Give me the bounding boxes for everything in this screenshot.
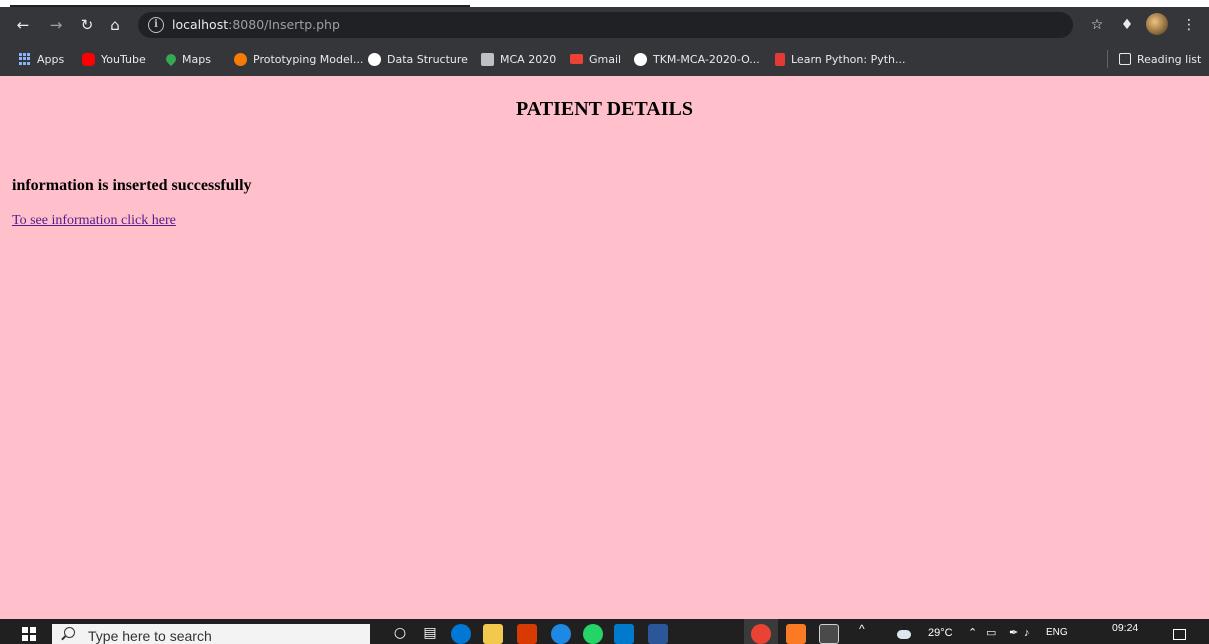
reading-list-icon [1119, 53, 1131, 65]
bookmark-label: Data Structure [387, 52, 468, 66]
address-url[interactable]: localhost:8080/Insertp.php [172, 16, 340, 34]
taskbar-clock[interactable]: 09:24 [1112, 621, 1138, 635]
network-icon[interactable]: ▭ [986, 626, 996, 640]
weather-cloud-icon [897, 630, 911, 639]
bookmark-label: Prototyping Model... [253, 52, 364, 66]
task-view-icon[interactable]: ▤ [420, 623, 440, 643]
vscode-icon[interactable] [614, 624, 634, 644]
bookmark-label: Gmail [589, 52, 622, 66]
arrow-left-icon[interactable]: ← [12, 14, 34, 36]
pen-icon[interactable]: ✒ [1009, 626, 1018, 640]
bookmark-data-structure[interactable]: Data Structure [368, 50, 468, 68]
reading-list-label: Reading list [1137, 52, 1202, 66]
bookmark-youtube[interactable]: YouTube [82, 50, 146, 68]
search-icon [64, 627, 75, 638]
file-explorer-icon[interactable] [483, 624, 503, 644]
github-icon [634, 52, 647, 66]
search-placeholder: Type here to search [88, 628, 212, 644]
chrome-icon[interactable] [751, 624, 771, 644]
codecademy-icon [775, 52, 785, 66]
page-title: PATIENT DETAILS [516, 98, 693, 120]
mail-icon[interactable] [451, 624, 471, 644]
view-information-link[interactable]: To see information click here [12, 213, 176, 229]
home-icon[interactable]: ⌂ [104, 14, 126, 36]
profile-avatar[interactable] [1146, 13, 1168, 35]
bookmark-label: Maps [182, 52, 211, 66]
url-path: :8080/Insertp.php [228, 17, 340, 32]
edge-icon[interactable] [551, 624, 571, 644]
bookmark-label: YouTube [101, 52, 146, 66]
bookmark-learn-python[interactable]: Learn Python: Pyth... [775, 50, 906, 68]
tray-chevron-icon[interactable]: ⌃ [968, 626, 977, 640]
show-hidden-icons-chevron-icon[interactable]: ^ [859, 622, 865, 636]
windows-start-icon[interactable] [22, 627, 36, 641]
word-icon[interactable] [648, 624, 668, 644]
tab-strip [0, 0, 1209, 8]
bookmark-tkm-mca[interactable]: TKM-MCA-2020-O... [634, 50, 760, 68]
bookmark-star-icon[interactable]: ☆ [1087, 14, 1107, 36]
cortana-icon[interactable]: ○ [390, 623, 410, 643]
bookmark-gmail[interactable]: Gmail [570, 50, 621, 68]
bookmark-label: Apps [37, 52, 65, 66]
extensions-puzzle-icon[interactable]: ♦ [1117, 14, 1137, 36]
gmail-icon [570, 54, 583, 64]
notification-icon[interactable] [1173, 629, 1186, 640]
classroom-icon [481, 52, 494, 66]
bookmark-maps[interactable]: Maps [163, 50, 211, 68]
terminal-icon[interactable] [819, 624, 839, 644]
success-message: information is inserted successfully [12, 177, 252, 194]
bookmarks-divider [1107, 50, 1108, 68]
orange-circle-icon [234, 52, 247, 66]
reading-list-button[interactable]: Reading list [1119, 50, 1201, 68]
url-host: localhost [172, 17, 229, 32]
volume-icon[interactable]: ♪ [1024, 626, 1030, 640]
page-body: PATIENT DETAILS information is inserted … [0, 76, 1209, 619]
address-bar[interactable]: i localhost:8080/Insertp.php [138, 12, 1073, 38]
weather-temperature[interactable]: 29°C [928, 626, 953, 640]
globe-icon [368, 52, 381, 66]
bookmark-mca-2020[interactable]: MCA 2020 [481, 50, 556, 68]
bookmark-label: MCA 2020 [500, 52, 557, 66]
taskbar-search[interactable]: Type here to search [52, 624, 370, 644]
site-info-icon[interactable]: i [148, 17, 164, 33]
office-icon[interactable] [517, 624, 537, 644]
xampp-icon[interactable] [786, 624, 806, 644]
bookmarks-bar: Apps YouTube Maps Prototyping Model... D… [0, 45, 1209, 73]
arrow-right-icon[interactable]: → [45, 14, 67, 36]
bookmark-label: Learn Python: Pyth... [791, 52, 906, 66]
reload-icon[interactable]: ↻ [76, 14, 98, 36]
language-indicator[interactable]: ENG [1046, 626, 1068, 640]
bookmark-label: TKM-MCA-2020-O... [653, 52, 760, 66]
apps-grid-icon [19, 53, 31, 65]
menu-kebab-icon[interactable]: ⋮ [1182, 14, 1196, 36]
maps-pin-icon [163, 51, 179, 67]
browser-toolbar: ← → ↻ ⌂ i localhost:8080/Insertp.php ☆ ♦… [0, 7, 1209, 43]
youtube-icon [82, 52, 95, 66]
bookmark-prototyping[interactable]: Prototyping Model... [234, 50, 363, 68]
bookmark-apps[interactable]: Apps [19, 50, 64, 68]
whatsapp-icon[interactable] [583, 624, 603, 644]
